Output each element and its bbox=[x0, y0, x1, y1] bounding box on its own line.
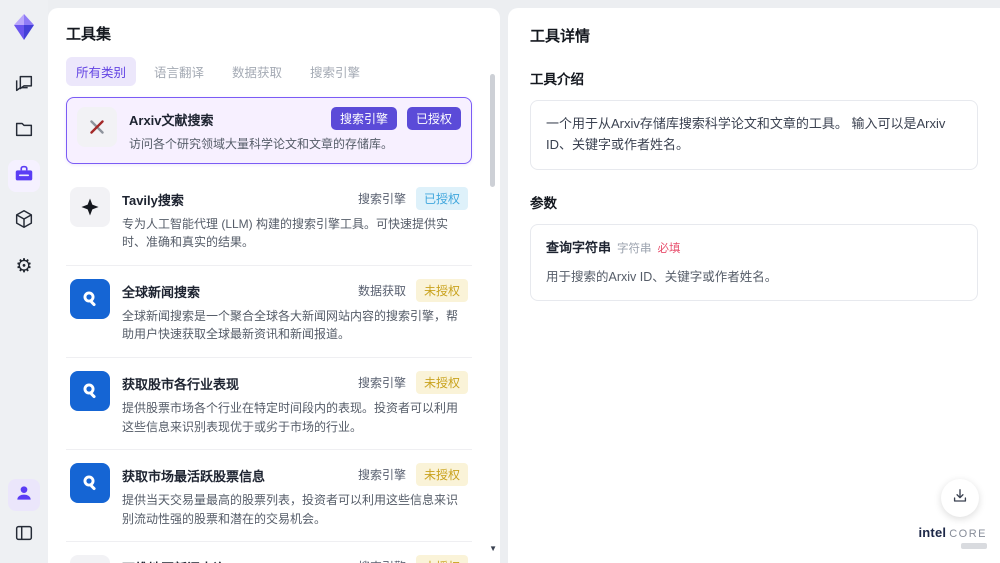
news-search-icon bbox=[70, 463, 110, 504]
intro-box: 一个用于从Arxiv存储库搜索科学论文和文章的工具。 输入可以是Arxiv ID… bbox=[530, 100, 978, 170]
tool-description: 访问各个研究领域大量科学论文和文章的存储库。 bbox=[129, 137, 394, 151]
intel-core-badge: intel CORE bbox=[918, 525, 987, 549]
page-title: 工具集 bbox=[66, 26, 112, 43]
app-logo-icon bbox=[9, 12, 39, 42]
tool-list: Arxiv文献搜索 搜索引擎 已授权 访问各个研究领域大量科学论文和文章的存储库… bbox=[66, 97, 482, 563]
arxiv-logo-icon bbox=[77, 107, 117, 147]
category-badge: 搜索引擎 bbox=[358, 558, 406, 563]
tool-name: Arxiv文献搜索 bbox=[129, 113, 214, 128]
param-required-label: 必填 bbox=[657, 242, 681, 255]
category-badge: 搜索引擎 bbox=[357, 191, 406, 206]
tool-description: 提供当天交易量最高的股票列表，投资者可以利用这些信息来识别流动性强的股票和潜在的… bbox=[122, 493, 459, 526]
tab-language-translation[interactable]: 语言翻译 bbox=[144, 57, 214, 86]
auth-status-badge: 未授权 bbox=[415, 463, 468, 487]
sidebar-item-settings[interactable]: ⚙ bbox=[8, 250, 40, 282]
tool-description: 全球新闻搜索是一个聚合全球各大新闻网站内容的搜索引擎，帮助用户快速获取全球最新资… bbox=[122, 308, 459, 342]
param-type-label: 字符串 bbox=[617, 242, 652, 255]
user-icon bbox=[14, 483, 34, 508]
auth-status-badge: 未授权 bbox=[415, 278, 468, 302]
tool-description: 专为人工智能代理 (LLM) 构建的搜索引擎工具。可快速提供实时、准确和真实的结… bbox=[122, 216, 449, 250]
scrollbar-thumb[interactable] bbox=[490, 74, 495, 187]
tool-name: Tavily搜索 bbox=[122, 192, 184, 208]
download-button[interactable] bbox=[941, 479, 979, 517]
sidebar-item-toolbox[interactable] bbox=[8, 160, 40, 192]
tool-description: 提供股票市场各个行业在特定时间段内的表现。投资者可以利用这些信息来识别表现优于或… bbox=[122, 400, 459, 434]
chat-icon bbox=[13, 73, 35, 100]
intel-sub-badge bbox=[961, 543, 987, 549]
auth-status-badge: 未授权 bbox=[415, 370, 468, 394]
scroll-down-arrow-icon[interactable]: ▼ bbox=[489, 544, 497, 553]
news-search-icon bbox=[70, 278, 110, 319]
tool-item-most-active-stocks[interactable]: 获取市场最活跃股票信息 搜索引擎 未授权 提供当天交易量最高的股票列表，投资者可… bbox=[66, 450, 472, 543]
category-tabs: 所有类别 语言翻译 数据获取 搜索引擎 bbox=[66, 57, 482, 86]
left-sidebar: ⚙ bbox=[0, 0, 48, 563]
briefcase-icon bbox=[13, 163, 35, 190]
tool-details-panel: 工具详情 工具介绍 一个用于从Arxiv存储库搜索科学论文和文章的工具。 输入可… bbox=[508, 8, 1000, 563]
param-name: 查询字符串 bbox=[546, 239, 612, 255]
param-box: 查询字符串 字符串 必填 用于搜索的Arxiv ID、关键字或作者姓名。 bbox=[530, 223, 978, 302]
tool-name: 获取市场最活跃股票信息 bbox=[122, 469, 266, 485]
sidebar-nav: ⚙ bbox=[8, 70, 40, 282]
category-badge: 搜索引擎 bbox=[330, 107, 397, 130]
intro-heading: 工具介绍 bbox=[530, 72, 584, 87]
details-title: 工具详情 bbox=[530, 28, 591, 45]
tool-item-sector-performance[interactable]: 获取股市各行业表现 搜索引擎 未授权 提供股票市场各个行业在特定时间段内的表现。… bbox=[66, 358, 472, 451]
tab-all-categories[interactable]: 所有类别 bbox=[66, 57, 137, 86]
tool-item-tavily[interactable]: Tavily搜索 搜索引擎 已授权 专为人工智能代理 (LLM) 构建的搜索引擎… bbox=[66, 174, 472, 266]
gear-icon: ⚙ bbox=[15, 255, 33, 277]
category-badge: 搜索引擎 bbox=[357, 468, 406, 483]
sidebar-item-plugins[interactable] bbox=[8, 205, 40, 237]
auth-status-badge: 未授权 bbox=[415, 555, 468, 563]
category-badge: 数据获取 bbox=[357, 283, 406, 298]
tool-name: 获取股市各行业表现 bbox=[122, 376, 240, 392]
auth-status-badge: 已授权 bbox=[406, 107, 461, 130]
category-badge: 搜索引擎 bbox=[357, 375, 406, 390]
folder-icon bbox=[13, 118, 35, 145]
news-search-icon bbox=[70, 370, 110, 411]
sparkle-icon bbox=[70, 186, 110, 227]
tab-search-engine[interactable]: 搜索引擎 bbox=[300, 57, 370, 86]
intel-core-text: CORE bbox=[949, 528, 987, 540]
panel-layout-icon bbox=[13, 522, 35, 549]
tool-name: 万维地区新闻查询 bbox=[122, 555, 350, 563]
params-heading: 参数 bbox=[530, 195, 557, 211]
tools-list-panel: 工具集 所有类别 语言翻译 数据获取 搜索引擎 Arxiv文献搜索 搜索引擎 已… bbox=[48, 8, 500, 563]
sidebar-bottom bbox=[8, 479, 40, 551]
sidebar-item-account[interactable] bbox=[8, 479, 40, 511]
auth-status-badge: 已授权 bbox=[415, 186, 468, 210]
download-icon bbox=[950, 486, 970, 511]
sidebar-item-collapse[interactable] bbox=[8, 519, 40, 551]
tool-item-arxiv[interactable]: Arxiv文献搜索 搜索引擎 已授权 访问各个研究领域大量科学论文和文章的存储库… bbox=[66, 97, 472, 164]
newspaper-icon bbox=[70, 555, 110, 563]
cube-icon bbox=[13, 208, 35, 235]
intel-brand-text: intel bbox=[918, 525, 947, 540]
tab-data-fetch[interactable]: 数据获取 bbox=[222, 57, 292, 86]
tool-item-regional-news[interactable]: 万维地区新闻查询 搜索引擎 未授权 查询具体行政区划内的新闻，快速了解各地新闻动 bbox=[66, 542, 472, 563]
tool-name: 全球新闻搜索 bbox=[122, 284, 201, 300]
tool-item-global-news[interactable]: 全球新闻搜索 数据获取 未授权 全球新闻搜索是一个聚合全球各大新闻网站内容的搜索… bbox=[66, 266, 472, 358]
sidebar-item-chat[interactable] bbox=[8, 70, 40, 102]
param-description: 用于搜索的Arxiv ID、关键字或作者姓名。 bbox=[546, 270, 778, 285]
sidebar-item-files[interactable] bbox=[8, 115, 40, 147]
